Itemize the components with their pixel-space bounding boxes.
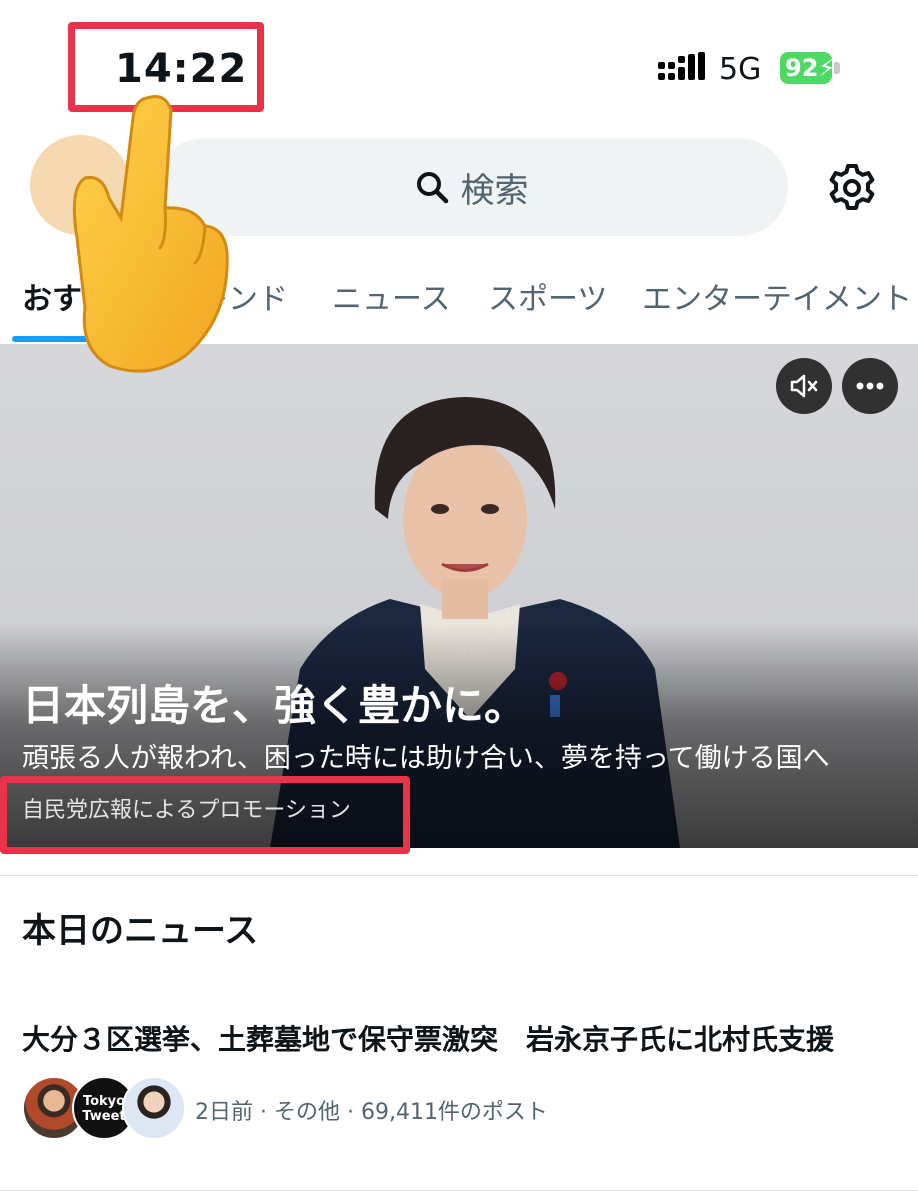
tab-recommended[interactable]: おすすめ (22, 274, 142, 318)
avatar (122, 1076, 186, 1140)
tab-sports[interactable]: スポーツ (488, 274, 607, 318)
section-divider (0, 875, 918, 876)
charging-icon: ⚡ (818, 54, 836, 82)
promo-subtitle: 頑張る人が報われ、困った時には助け合い、夢を持って働ける国へ (22, 743, 830, 774)
speaker-muted-icon (790, 374, 818, 398)
sponsor-highlight-box (0, 776, 410, 854)
section-divider (0, 1190, 918, 1191)
signal-icon (658, 52, 705, 80)
network-type: 5G (719, 52, 762, 87)
promo-title: 日本列島を、強く豊かに。 (22, 681, 527, 730)
promo-card[interactable]: 日本列島を、強く豊かに。 頑張る人が報われ、困った時には助け合い、夢を持って働け… (0, 344, 918, 848)
tab-trending[interactable]: トレンド (168, 274, 288, 318)
battery-level: 92 (785, 54, 819, 82)
search-label: 検索 (460, 170, 529, 211)
more-options-button[interactable] (842, 358, 898, 414)
profile-avatar[interactable] (30, 135, 130, 235)
tab-news[interactable]: ニュース (332, 274, 451, 318)
search-bar[interactable]: 検索 (155, 138, 788, 236)
search-icon (416, 172, 448, 204)
active-tab-indicator (12, 336, 112, 342)
time-highlight-box (68, 22, 264, 112)
tab-entertainment[interactable]: エンターテイメント (642, 274, 912, 318)
news-avatar-stack: Tokyo Tweet (22, 1076, 186, 1140)
mute-button[interactable] (776, 358, 832, 414)
battery-indicator: 92⚡ (780, 52, 836, 84)
tab-bar: おすすめ トレンド ニュース スポーツ エンターテイメント (0, 262, 918, 344)
more-dots-icon (856, 382, 884, 390)
gear-icon[interactable] (826, 162, 878, 214)
news-headline[interactable]: 大分３区選挙、土葬墓地で保守票激突 岩永京子氏に北村氏支援 (22, 1018, 834, 1058)
section-title: 本日のニュース (22, 911, 259, 951)
battery-tip (834, 62, 840, 74)
news-meta: 2日前 · その他 · 69,411件のポスト (195, 1100, 548, 1125)
